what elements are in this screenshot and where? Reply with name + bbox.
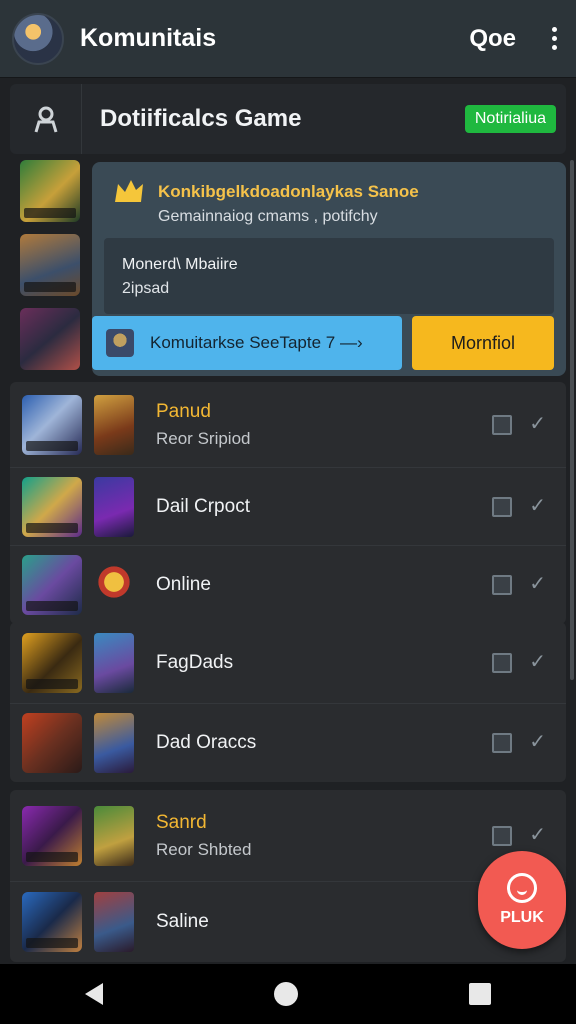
fab-label: PLUK <box>500 909 544 926</box>
cta-label: Komuitarkse SeeTapte 7 —› <box>150 333 363 352</box>
featured-card-subtitle: Gemainnaiog cmams , potifchy <box>158 208 378 225</box>
game-thumbnail[interactable] <box>20 234 80 296</box>
home-icon[interactable] <box>273 982 298 1006</box>
featured-section: Konkibgelkdoadonlaykas Sanoe Gemainnaiog… <box>10 160 566 376</box>
character-thumbnail <box>94 713 134 773</box>
list-item[interactable]: Online ✓ <box>10 546 566 624</box>
game-thumbnail[interactable] <box>20 308 80 370</box>
app-bar: Komunitais Qoe <box>0 0 576 78</box>
status-box-icon[interactable] <box>492 733 512 753</box>
notification-badge[interactable]: Notirialiua <box>464 105 556 133</box>
list-item[interactable]: FagDads ✓ <box>10 622 566 704</box>
recent-apps-icon[interactable] <box>468 983 491 1005</box>
community-cta-button[interactable]: Komuitarkse SeeTapte 7 —› <box>92 316 402 370</box>
character-thumbnail <box>94 805 134 866</box>
back-icon[interactable] <box>85 983 104 1005</box>
list-item[interactable]: Panud Reor Sripiod ✓ <box>10 382 566 468</box>
floating-action-button[interactable]: PLUK <box>478 851 566 949</box>
character-icon <box>106 329 134 357</box>
app-screen: Komunitais Qoe Dotiificalcs Game Notiria… <box>0 0 576 1024</box>
featured-card-details: Monerd\ Mbaiire 2ipsad <box>104 238 554 314</box>
game-thumbnail[interactable] <box>20 160 80 222</box>
section-header: Dotiificalcs Game Notirialiua <box>10 84 566 154</box>
section-title: Dotiificalcs Game <box>100 105 302 132</box>
list-item[interactable]: Sanrd Reor Shbted ✓ <box>10 790 566 882</box>
user-icon[interactable] <box>10 84 82 154</box>
featured-detail-line2: 2ipsad <box>122 280 170 297</box>
game-list-group: Panud Reor Sripiod ✓ Dail Crpoct ✓ Onlin… <box>10 382 566 624</box>
game-thumbnail <box>22 476 82 537</box>
list-item[interactable]: Dail Crpoct ✓ <box>10 468 566 546</box>
check-icon[interactable]: ✓ <box>529 649 546 674</box>
character-thumbnail <box>94 394 134 455</box>
gem-icon <box>94 555 134 615</box>
check-icon[interactable]: ✓ <box>529 411 546 436</box>
avatar[interactable] <box>12 12 64 65</box>
game-thumbnail <box>22 394 82 455</box>
character-thumbnail <box>94 892 134 952</box>
featured-card[interactable]: Konkibgelkdoadonlaykas Sanoe Gemainnaiog… <box>92 162 566 376</box>
game-thumbnail <box>22 555 82 615</box>
check-icon[interactable]: ✓ <box>529 493 546 518</box>
more-options-icon[interactable] <box>544 27 564 50</box>
game-thumbnail <box>22 805 82 866</box>
app-bar-action-button[interactable]: Qoe <box>469 25 516 53</box>
check-icon[interactable]: ✓ <box>529 822 546 847</box>
app-title: Komunitais <box>80 24 217 52</box>
list-item[interactable]: Dad Oraccs ✓ <box>10 704 566 782</box>
status-box-icon[interactable] <box>492 825 512 846</box>
status-box-icon[interactable] <box>492 652 512 673</box>
character-thumbnail <box>94 476 134 537</box>
status-box-icon[interactable] <box>492 575 512 595</box>
system-nav-bar <box>0 964 576 1024</box>
featured-thumbnails <box>20 160 80 370</box>
game-thumbnail <box>22 713 82 773</box>
featured-card-title: Konkibgelkdoadonlaykas Sanoe <box>158 182 419 201</box>
game-thumbnail <box>22 892 82 952</box>
game-list-group: FagDads ✓ Dad Oraccs ✓ <box>10 622 566 782</box>
status-box-icon[interactable] <box>492 496 512 517</box>
check-icon[interactable]: ✓ <box>529 571 546 596</box>
status-box-icon[interactable] <box>492 414 512 435</box>
yellow-action-button[interactable]: Mornfiol <box>412 316 554 370</box>
crown-icon <box>115 180 143 202</box>
featured-detail-line1: Monerd\ Mbaiire <box>122 256 238 273</box>
check-icon[interactable]: ✓ <box>529 729 546 754</box>
character-thumbnail <box>94 632 134 693</box>
smile-icon <box>507 873 537 903</box>
game-thumbnail <box>22 632 82 693</box>
scrollbar[interactable] <box>570 160 574 680</box>
